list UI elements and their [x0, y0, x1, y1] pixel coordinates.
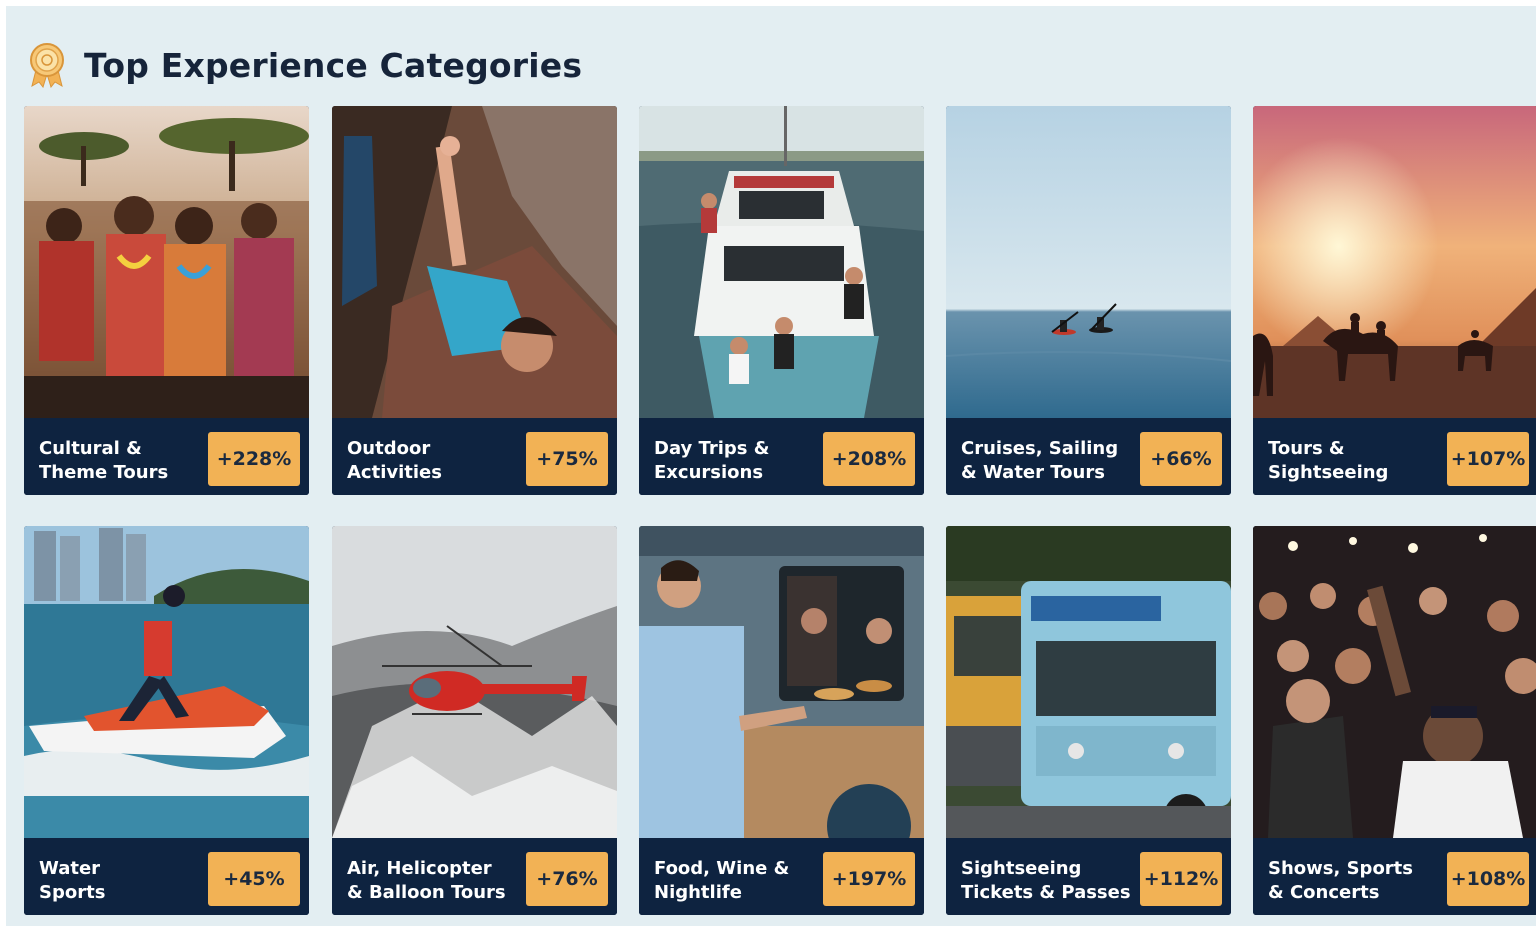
card-caption-bar: Outdoor Activities +75% — [332, 418, 617, 495]
category-card-outdoor-activities[interactable]: Outdoor Activities +75% — [332, 106, 617, 495]
card-caption-bar: Sightseeing Tickets & Passes +112% — [946, 838, 1231, 915]
page-title: Top Experience Categories — [84, 45, 583, 85]
category-label: Shows, Sports & Concerts — [1268, 858, 1414, 903]
category-label: Food, Wine & Nightlife — [654, 858, 790, 903]
card-caption-bar: Shows, Sports & Concerts +108% — [1253, 838, 1536, 915]
category-label: Outdoor Activities — [347, 438, 442, 483]
card-caption-bar: Tours & Sightseeing +107% — [1253, 418, 1536, 495]
growth-badge: +45% — [208, 852, 300, 906]
camels-pyramids-photo — [1253, 106, 1536, 418]
tribal-people-photo — [24, 106, 309, 418]
category-card-cruises[interactable]: Cruises, Sailing & Water Tours +66% — [946, 106, 1231, 495]
category-label: Air, Helicopter & Balloon Tours — [347, 858, 506, 903]
growth-badge: +112% — [1140, 852, 1222, 906]
rock-climber-photo — [332, 106, 617, 418]
category-card-tours-sightseeing[interactable]: Tours & Sightseeing +107% — [1253, 106, 1536, 495]
category-label: Cultural & Theme Tours — [39, 438, 169, 483]
growth-badge: +208% — [823, 432, 915, 486]
concert-crowd-photo — [1253, 526, 1536, 838]
helicopter-photo — [332, 526, 617, 838]
category-label: Sightseeing Tickets & Passes — [961, 858, 1131, 903]
award-medal-icon — [30, 43, 64, 88]
category-label: Day Trips & Excursions — [654, 438, 770, 483]
jet-ski-photo — [24, 526, 309, 838]
category-card-cultural-tours[interactable]: Cultural & Theme Tours +228% — [24, 106, 309, 495]
card-caption-bar: Food, Wine & Nightlife +197% — [639, 838, 924, 915]
food-truck-photo — [639, 526, 924, 838]
category-label: Tours & Sightseeing — [1268, 438, 1389, 483]
category-label: Water Sports — [39, 858, 106, 903]
growth-badge: +107% — [1447, 432, 1529, 486]
category-card-food-wine[interactable]: Food, Wine & Nightlife +197% — [639, 526, 924, 915]
category-card-water-sports[interactable]: Water Sports +45% — [24, 526, 309, 915]
categories-panel: Top Experience Categories Cultural & The… — [6, 6, 1536, 926]
card-caption-bar: Cruises, Sailing & Water Tours +66% — [946, 418, 1231, 495]
kayakers-sea-photo — [946, 106, 1231, 418]
card-caption-bar: Cultural & Theme Tours +228% — [24, 418, 309, 495]
card-caption-bar: Water Sports +45% — [24, 838, 309, 915]
growth-badge: +75% — [526, 432, 608, 486]
growth-badge: +66% — [1140, 432, 1222, 486]
growth-badge: +76% — [526, 852, 608, 906]
trolley-bus-photo — [946, 526, 1231, 838]
growth-badge: +197% — [823, 852, 915, 906]
growth-badge: +228% — [208, 432, 300, 486]
category-card-air-helicopter[interactable]: Air, Helicopter & Balloon Tours +76% — [332, 526, 617, 915]
boat-passengers-photo — [639, 106, 924, 418]
card-caption-bar: Air, Helicopter & Balloon Tours +76% — [332, 838, 617, 915]
category-card-shows-concerts[interactable]: Shows, Sports & Concerts +108% — [1253, 526, 1536, 915]
growth-badge: +108% — [1447, 852, 1529, 906]
section-header: Top Experience Categories — [26, 40, 582, 90]
category-card-day-trips[interactable]: Day Trips & Excursions +208% — [639, 106, 924, 495]
card-caption-bar: Day Trips & Excursions +208% — [639, 418, 924, 495]
category-label: Cruises, Sailing & Water Tours — [961, 438, 1119, 483]
category-card-sightseeing-tickets[interactable]: Sightseeing Tickets & Passes +112% — [946, 526, 1231, 915]
